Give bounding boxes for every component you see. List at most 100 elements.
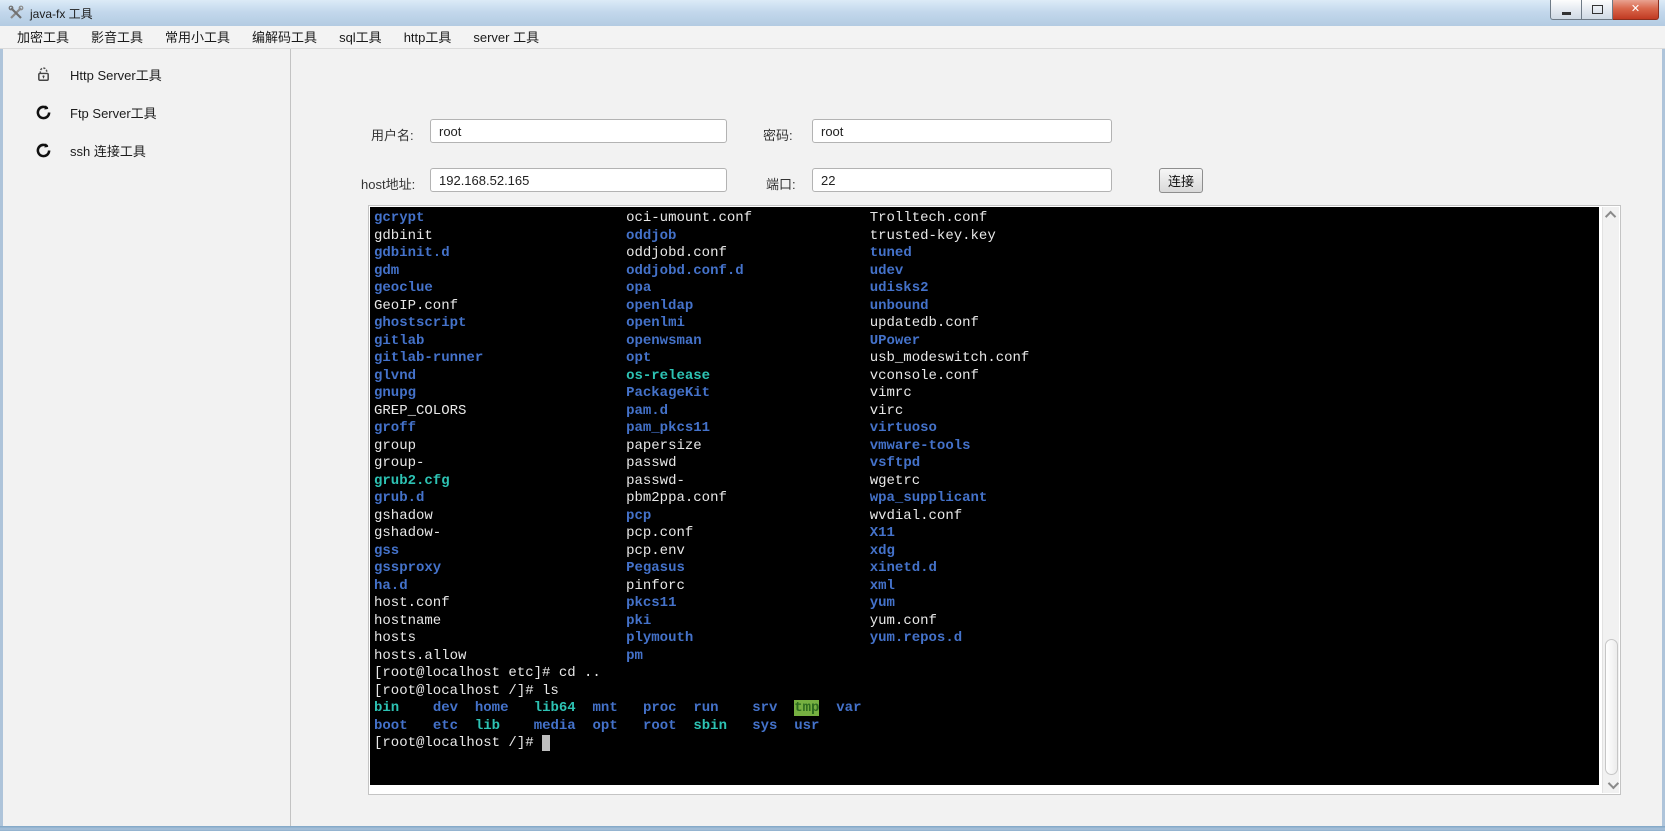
sidebar: Http Server工具 Ftp Server工具 ssh 连接工具: [3, 49, 291, 826]
menu-item-encrypt-tools[interactable]: 加密工具: [6, 26, 80, 49]
terminal-text-segment: run: [693, 700, 718, 716]
terminal-text-segment: proc: [643, 700, 677, 716]
terminal-text-segment: [424, 490, 626, 506]
terminal-text-segment: [433, 508, 626, 524]
terminal-line: gcrypt oci-umount.conf Trolltech.conf: [374, 210, 1599, 228]
terminal-text-segment: [416, 368, 626, 384]
terminal-text-segment: [416, 420, 626, 436]
terminal-text-segment: usb_modeswitch.conf: [870, 350, 1030, 366]
terminal-text-segment: pam.d: [626, 403, 668, 419]
terminal-text-segment: [576, 718, 593, 734]
terminal-text-segment: [441, 613, 626, 629]
terminal-text-segment: X11: [870, 525, 895, 541]
terminal-text-segment: lib64: [534, 700, 576, 716]
terminal-text-segment: [399, 263, 626, 279]
terminal-text-segment: gitlab: [374, 333, 424, 349]
title-bar[interactable]: java-fx 工具 ✕: [0, 0, 1665, 27]
menu-item-codec-tools[interactable]: 编解码工具: [241, 26, 328, 49]
port-label: 端口:: [766, 174, 796, 193]
terminal-text-segment: [508, 700, 533, 716]
terminal-text-segment: var: [836, 700, 861, 716]
scroll-down-button[interactable]: [1603, 777, 1620, 793]
password-input[interactable]: [812, 119, 1112, 143]
terminal-text-segment: [710, 368, 870, 384]
terminal-text-segment: [408, 578, 626, 594]
terminal-text-segment: Trolltech.conf: [870, 210, 988, 226]
maximize-button[interactable]: [1581, 0, 1613, 20]
menu-item-server-tools[interactable]: server 工具: [462, 26, 550, 49]
chevron-down-icon: [1607, 778, 1618, 789]
terminal-console[interactable]: gcrypt oci-umount.conf Trolltech.conf gdb…: [370, 207, 1599, 785]
terminal-text-segment: ghostscript: [374, 315, 466, 331]
menu-item-http-tools[interactable]: http工具: [393, 26, 463, 49]
terminal-text-segment: oddjobd.conf.d: [626, 263, 744, 279]
menu-item-sql-tools[interactable]: sql工具: [328, 26, 393, 49]
sidebar-item-ssh-connect[interactable]: ssh 连接工具: [3, 135, 290, 165]
terminal-text-segment: [root@localhost /]# ls: [374, 683, 559, 699]
terminal-text-segment: usr: [794, 718, 819, 734]
terminal-text-segment: plymouth: [626, 630, 693, 646]
username-input[interactable]: [430, 119, 727, 143]
terminal-text-segment: papersize: [626, 438, 702, 454]
terminal-text-segment: openldap: [626, 298, 693, 314]
terminal-text-segment: [677, 700, 694, 716]
terminal-text-segment: [727, 490, 870, 506]
terminal-text-segment: pam_pkcs11: [626, 420, 710, 436]
terminal-text-segment: udev: [870, 263, 904, 279]
terminal-text-segment: [500, 718, 534, 734]
terminal-line: GREP_COLORS pam.d virc: [374, 403, 1599, 421]
terminal-text-segment: boot: [374, 718, 408, 734]
terminal-line: groff pam_pkcs11 virtuoso: [374, 420, 1599, 438]
connect-button[interactable]: 连接: [1159, 168, 1203, 193]
terminal-text-segment: [458, 700, 475, 716]
terminal-text-segment: [416, 438, 626, 454]
terminal-text-segment: [693, 298, 869, 314]
terminal-text-segment: [668, 403, 870, 419]
sidebar-item-http-server[interactable]: Http Server工具: [3, 59, 290, 89]
menu-item-common-tools[interactable]: 常用小工具: [154, 26, 241, 49]
terminal-text-segment: openlmi: [626, 315, 685, 331]
terminal-text-segment: [466, 315, 626, 331]
terminal-line: group papersize vmware-tools: [374, 438, 1599, 456]
sidebar-item-ftp-server[interactable]: Ftp Server工具: [3, 97, 290, 127]
terminal-text-segment: [466, 403, 626, 419]
host-input[interactable]: [430, 168, 727, 192]
sidebar-item-label: Ftp Server工具: [70, 103, 157, 122]
app-tools-icon: [8, 5, 24, 21]
window-border-bottom: [0, 826, 1665, 831]
terminal-line: glvnd os-release vconsole.conf: [374, 368, 1599, 386]
terminal-text-segment: [643, 648, 870, 664]
menu-bar: 加密工具 影音工具 常用小工具 编解码工具 sql工具 http工具 serve…: [0, 26, 1665, 49]
terminal-text-segment: [root@localhost etc]# cd ..: [374, 665, 601, 681]
terminal-line: group- passwd vsftpd: [374, 455, 1599, 473]
terminal-text-segment: pinforc: [626, 578, 685, 594]
terminal-text-segment: [458, 298, 626, 314]
terminal-line: grub2.cfg passwd- wgetrc: [374, 473, 1599, 491]
terminal-text-segment: pbm2ppa.conf: [626, 490, 727, 506]
terminal-text-segment: [685, 473, 870, 489]
terminal-text-segment: grub.d: [374, 490, 424, 506]
terminal-text-segment: home: [475, 700, 509, 716]
terminal-text-segment: [685, 560, 870, 576]
menu-item-media-tools[interactable]: 影音工具: [80, 26, 154, 49]
terminal-line: hosts plymouth yum.repos.d: [374, 630, 1599, 648]
terminal-text-segment: sys: [752, 718, 777, 734]
lock-icon: [35, 66, 52, 83]
scrollbar-thumb[interactable]: [1605, 639, 1618, 775]
terminal-text-segment: glvnd: [374, 368, 416, 384]
terminal-text-segment: virc: [870, 403, 904, 419]
terminal-text-segment: virtuoso: [870, 420, 937, 436]
terminal-text-segment: gdbinit.d: [374, 245, 450, 261]
scroll-up-button[interactable]: [1603, 207, 1620, 223]
terminal-text-segment: pkcs11: [626, 595, 676, 611]
terminal-text-segment: oci-umount.conf: [626, 210, 752, 226]
close-button[interactable]: ✕: [1613, 0, 1659, 20]
port-input[interactable]: [812, 168, 1112, 192]
minimize-button[interactable]: [1550, 0, 1581, 20]
terminal-line: gss pcp.env xdg: [374, 543, 1599, 561]
terminal-text-segment: [483, 350, 626, 366]
terminal-text-segment: opt: [626, 350, 651, 366]
terminal-text-segment: os-release: [626, 368, 710, 384]
terminal-text-segment: [693, 525, 869, 541]
terminal-text-segment: [702, 333, 870, 349]
